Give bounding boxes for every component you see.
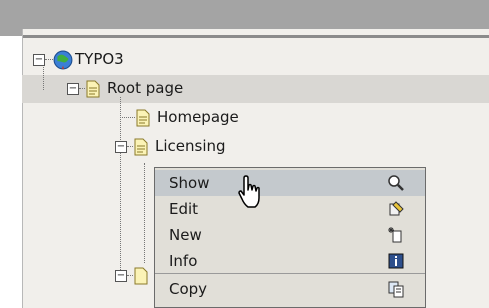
globe-icon [53,50,73,69]
menu-item-label: Copy [169,280,208,298]
hand-cursor-icon [238,175,260,208]
collapse-icon[interactable]: − [115,269,127,282]
menu-item-label: Show [169,174,210,192]
menu-separator [155,273,425,274]
magnifier-icon [388,175,404,191]
info-icon [388,253,404,269]
tree-connector [45,58,53,61]
copy-icon [388,281,404,298]
new-icon [388,227,402,243]
menu-item-info[interactable]: Info [155,248,425,274]
tree-item-licensing[interactable]: − Licensing [115,133,226,160]
context-menu: Show Edit New Info Copy [154,167,426,308]
page-icon [136,109,150,126]
tree-item-label: Root page [107,79,184,97]
page-icon [134,267,148,284]
tree-connector [120,116,135,119]
page-icon [134,138,148,155]
menu-item-label: Edit [169,200,199,218]
panel-divider [23,35,489,38]
tree-item-label: Homepage [157,108,239,126]
collapse-icon[interactable]: − [33,53,45,66]
tree-item-hidden[interactable]: − [115,262,149,289]
menu-item-new[interactable]: New [155,222,425,248]
tree-item-label: Licensing [155,137,226,155]
menu-item-copy[interactable]: Copy [155,276,425,302]
collapse-icon[interactable]: − [67,82,79,95]
tree-item-homepage[interactable]: Homepage [120,104,239,131]
menu-item-show[interactable]: Show [155,170,425,196]
tree-item-root-page[interactable]: − Root page [67,75,183,102]
menu-item-label: New [169,226,202,244]
tree-line [144,163,145,263]
menu-item-label: Info [169,252,198,270]
tree-root-label: TYPO3 [75,50,124,68]
collapse-icon[interactable]: − [115,140,127,153]
page-icon [86,80,100,97]
edit-icon [389,201,404,216]
tree-item-typo3-root[interactable]: − TYPO3 [33,46,124,73]
menu-item-edit[interactable]: Edit [155,196,425,222]
